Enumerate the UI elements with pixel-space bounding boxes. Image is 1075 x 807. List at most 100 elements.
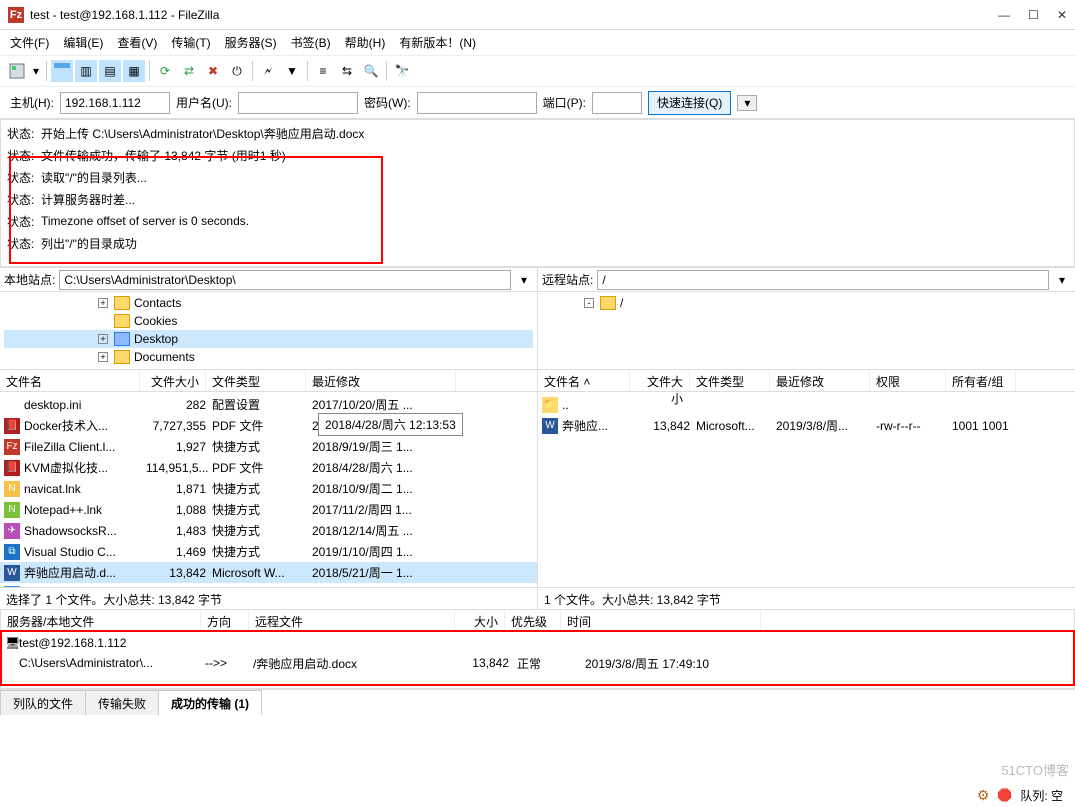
file-row[interactable]: 📕KVM虚拟化技...114,951,5...PDF 文件2018/4/28/周… — [0, 457, 537, 478]
menu-file[interactable]: 文件(F) — [10, 34, 49, 51]
process-queue-icon[interactable]: ⇄ — [178, 60, 200, 82]
transfer-queue[interactable]: 🖥 test@192.168.1.112 C:\Users\Administra… — [0, 631, 1075, 689]
local-tree[interactable]: +ContactsCookies+Desktop+Documents — [0, 292, 537, 370]
log-row: 状态:Timezone offset of server is 0 second… — [7, 210, 1068, 232]
disconnect-icon[interactable]: ⏻ — [226, 60, 248, 82]
remote-file-list[interactable]: 📁..W奔驰应...13,842Microsoft...2019/3/8/周..… — [538, 392, 1075, 587]
server-icon: 🖥 — [5, 636, 19, 650]
folder-icon — [114, 350, 130, 364]
local-path-input[interactable] — [59, 270, 511, 290]
maximize-button[interactable]: ☐ — [1028, 8, 1039, 22]
menu-view[interactable]: 查看(V) — [117, 34, 157, 51]
compare-icon[interactable]: ≡ — [312, 60, 334, 82]
quickconnect-dropdown[interactable]: ▾ — [737, 95, 757, 111]
menu-help[interactable]: 帮助(H) — [345, 34, 386, 51]
message-log[interactable]: 状态:开始上传 C:\Users\Administrator\Desktop\奔… — [0, 119, 1075, 267]
col-type[interactable]: 文件类型 — [206, 370, 306, 391]
col-name[interactable]: 文件名 — [0, 370, 140, 391]
quickconnect-button[interactable]: 快速连接(Q) — [648, 91, 731, 115]
watermark: 51CTO博客 — [1001, 760, 1069, 779]
menu-edit[interactable]: 编辑(E) — [63, 34, 103, 51]
binoculars-icon[interactable]: 🔭 — [391, 60, 413, 82]
col-size[interactable]: 文件大小 — [140, 370, 206, 391]
file-row[interactable]: W奔驰应...13,842Microsoft...2019/3/8/周...-r… — [538, 415, 1075, 436]
menu-transfer[interactable]: 传输(T) — [171, 34, 210, 51]
menu-bar: 文件(F) 编辑(E) 查看(V) 传输(T) 服务器(S) 书签(B) 帮助(… — [0, 30, 1075, 55]
folder-icon — [600, 296, 616, 310]
toggle-log-icon[interactable] — [51, 60, 73, 82]
qcol-prio[interactable]: 优先级 — [505, 610, 561, 630]
file-row[interactable]: ✈ShadowsocksR...1,483快捷方式2018/12/14/周五 .… — [0, 520, 537, 541]
tree-item[interactable]: +Desktop — [4, 330, 533, 348]
pass-input[interactable] — [417, 92, 537, 114]
user-input[interactable] — [238, 92, 358, 114]
sitemanager-icon[interactable] — [6, 60, 28, 82]
tree-item[interactable]: +Documents — [4, 348, 533, 366]
file-row[interactable]: NNotepad++.lnk1,088快捷方式2017/11/2/周四 1... — [0, 499, 537, 520]
remote-path-input[interactable] — [597, 270, 1049, 290]
file-row[interactable]: ⚙desktop.ini282配置设置2017/10/20/周五 ... — [0, 394, 537, 415]
cancel-icon[interactable]: ✖ — [202, 60, 224, 82]
file-icon: 📕 — [4, 460, 20, 476]
toggle-remote-tree-icon[interactable]: ▤ — [99, 60, 121, 82]
quickconnect-bar: 主机(H): 用户名(U): 密码(W): 端口(P): 快速连接(Q) ▾ — [0, 87, 1075, 119]
file-row[interactable]: Nnavicat.lnk1,871快捷方式2018/10/9/周二 1... — [0, 478, 537, 499]
filter-icon[interactable]: ▼ — [281, 60, 303, 82]
queue-tabs: 列队的文件 传输失败 成功的传输 (1) — [0, 689, 1075, 715]
port-input[interactable] — [592, 92, 642, 114]
col-date[interactable]: 最近修改 — [306, 370, 456, 391]
menu-update[interactable]: 有新版本！(N) — [399, 34, 476, 51]
tree-item[interactable]: +Contacts — [4, 294, 533, 312]
qcol-time[interactable]: 时间 — [561, 610, 761, 630]
sync-browse-icon[interactable]: ⇆ — [336, 60, 358, 82]
port-label: 端口(P): — [543, 94, 586, 111]
qcol-dir[interactable]: 方向 — [201, 610, 249, 630]
tab-failed[interactable]: 传输失败 — [85, 690, 159, 715]
folder-icon — [114, 332, 130, 346]
gear-icon[interactable]: ⚙ — [977, 787, 990, 804]
col-perm[interactable]: 权限 — [870, 370, 946, 391]
col-name[interactable]: 文件名 ˄ — [538, 370, 630, 391]
col-type[interactable]: 文件类型 — [690, 370, 770, 391]
tab-queued[interactable]: 列队的文件 — [0, 690, 86, 715]
remote-list-header: 文件名 ˄ 文件大小 文件类型 最近修改 权限 所有者/组 — [538, 370, 1075, 392]
file-row[interactable]: 📁.. — [538, 394, 1075, 415]
tree-item[interactable]: -/ — [554, 294, 1071, 312]
col-own[interactable]: 所有者/组 — [946, 370, 1016, 391]
col-size[interactable]: 文件大小 — [630, 370, 690, 391]
file-row[interactable]: ⧉Visual Studio C...1,469快捷方式2019/1/10/周四… — [0, 541, 537, 562]
refresh-icon[interactable]: ⟳ — [154, 60, 176, 82]
qcol-remote[interactable]: 远程文件 — [249, 610, 455, 630]
file-icon: N — [4, 502, 20, 518]
file-icon: 📁 — [542, 397, 558, 413]
tree-item[interactable]: Cookies — [4, 312, 533, 330]
minimize-button[interactable]: — — [998, 8, 1010, 22]
file-row[interactable]: FzFileZilla Client.l...1,927快捷方式2018/9/1… — [0, 436, 537, 457]
menu-server[interactable]: 服务器(S) — [225, 34, 277, 51]
host-input[interactable] — [60, 92, 170, 114]
queue-file-row[interactable]: C:\Users\Administrator\... -->> /奔驰应用启动.… — [5, 653, 1070, 673]
qcol-server[interactable]: 服务器/本地文件 — [1, 610, 201, 630]
search-icon[interactable]: 🔍 — [360, 60, 382, 82]
pass-label: 密码(W): — [364, 94, 411, 111]
tab-success[interactable]: 成功的传输 (1) — [158, 690, 262, 715]
remote-path-dropdown[interactable]: ▾ — [1053, 273, 1071, 287]
queue-status-label: 队列: 空 — [1020, 787, 1063, 804]
col-date[interactable]: 最近修改 — [770, 370, 870, 391]
menu-bookmarks[interactable]: 书签(B) — [291, 34, 331, 51]
app-logo: Fz — [8, 7, 24, 23]
file-row[interactable]: W奔驰应用启动.d...13,842Microsoft W...2018/5/2… — [0, 562, 537, 583]
toggle-queue-icon[interactable]: ▦ — [123, 60, 145, 82]
file-icon: 📕 — [4, 418, 20, 434]
qcol-size[interactable]: 大小 — [455, 610, 505, 630]
close-button[interactable]: ✕ — [1057, 8, 1067, 22]
local-site-label: 本地站点: — [4, 271, 55, 288]
toggle-local-tree-icon[interactable]: ▥ — [75, 60, 97, 82]
sitemanager-dropdown-icon[interactable]: ▾ — [30, 60, 42, 82]
remote-tree[interactable]: -/ — [538, 292, 1075, 370]
local-list-header: 文件名 文件大小 文件类型 最近修改 — [0, 370, 537, 392]
folder-icon — [114, 314, 130, 328]
local-path-dropdown[interactable]: ▾ — [515, 273, 533, 287]
reconnect-icon[interactable]: 🗲 — [257, 60, 279, 82]
queue-server-row[interactable]: 🖥 test@192.168.1.112 — [5, 633, 1070, 653]
